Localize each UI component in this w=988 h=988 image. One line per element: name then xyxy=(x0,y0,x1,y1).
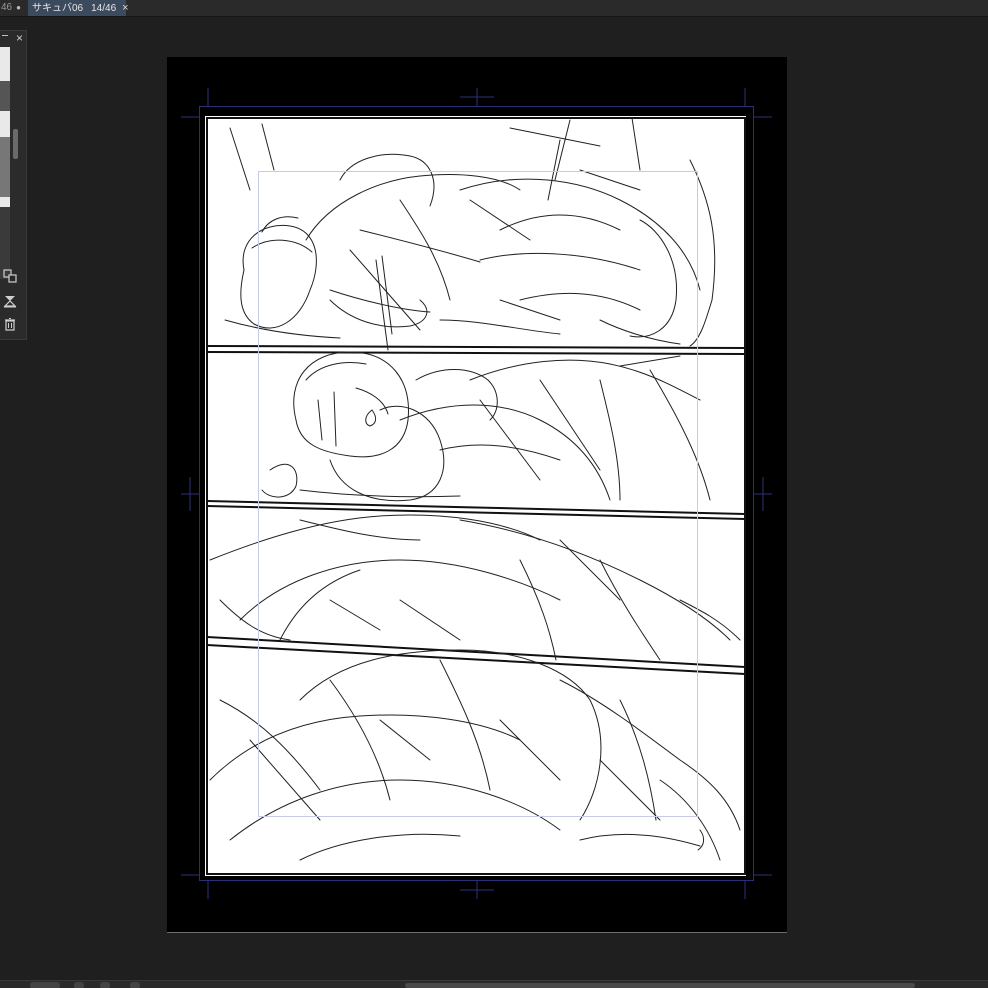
horizontal-scrollbar[interactable] xyxy=(405,983,915,988)
app-window: 46 ● サキュバ06 14/46 × × xyxy=(0,0,988,988)
zoom-out-icon[interactable] xyxy=(74,982,84,988)
status-bar xyxy=(0,980,988,988)
zoom-thumbnail[interactable] xyxy=(30,982,60,988)
manga-sketch-artwork xyxy=(181,88,772,899)
zoom-in-icon[interactable] xyxy=(100,982,110,988)
rotate-icon[interactable] xyxy=(130,982,140,988)
